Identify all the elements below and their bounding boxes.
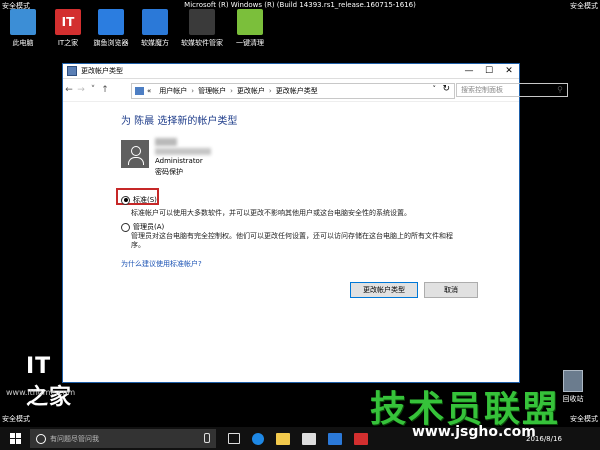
desktop-icon-label: IT之家	[57, 39, 79, 47]
why-standard-account-link[interactable]: 为什么建议使用标准帐户?	[121, 259, 202, 269]
search-icon: ⚲	[557, 85, 563, 94]
app-icon	[237, 9, 263, 35]
safe-mode-label-top-right: 安全模式	[570, 2, 598, 10]
standard-option-description: 标准帐户可以使用大多数软件，并可以更改不影响其他用户或这台电脑安全性的系统设置。	[131, 209, 411, 217]
desktop-icon-label: 旗鱼浏览器	[93, 39, 129, 47]
standard-option[interactable]: 标准(S)	[121, 195, 157, 205]
edge-browser-icon[interactable]	[252, 432, 264, 445]
minimize-button[interactable]: —	[459, 64, 479, 78]
maximize-button[interactable]: ☐	[479, 64, 499, 78]
breadcrumb-user-accounts[interactable]: 用户帐户	[159, 86, 187, 96]
app-icon	[189, 9, 215, 35]
refresh-icon[interactable]: ↻	[442, 84, 450, 94]
page-heading: 为 陈晨 选择新的帐户类型	[121, 116, 238, 127]
breadcrumb-overflow-icon[interactable]: «	[147, 87, 151, 95]
desktop-icon[interactable]: 软媒软件管家	[181, 9, 223, 48]
microphone-icon[interactable]	[204, 433, 210, 443]
ithome-watermark-logo: IT之家	[26, 354, 73, 410]
control-panel-small-icon	[135, 87, 144, 95]
safe-mode-label-bottom-right: 安全模式	[570, 415, 598, 423]
change-account-type-window: 更改帐户类型 — ☐ ✕ ← → ˅ ↑ « 用户帐户 › 管理帐户 › 更改帐…	[62, 63, 568, 383]
change-account-type-button[interactable]: 更改帐户类型	[350, 282, 418, 298]
blurred-account-email	[155, 148, 211, 155]
breadcrumb-change-account-type[interactable]: 更改帐户类型	[276, 86, 318, 96]
app-icon	[98, 9, 124, 35]
software-manager-icon[interactable]	[328, 432, 342, 445]
app-icon: IT	[55, 9, 81, 35]
desktop-icon[interactable]: 此电脑	[2, 9, 44, 48]
window-titlebar[interactable]: 更改帐户类型 — ☐ ✕	[63, 64, 519, 79]
window-title: 更改帐户类型	[81, 67, 123, 75]
cortana-search-box[interactable]: 有问题尽管问我	[30, 429, 216, 448]
cancel-button[interactable]: 取消	[424, 282, 478, 298]
administrator-radio[interactable]	[121, 222, 130, 232]
desktop-icon[interactable]: IT IT之家	[47, 9, 89, 48]
store-icon[interactable]	[302, 432, 316, 445]
desktop-icon-label: 一键清理	[236, 39, 264, 47]
jsgho-watermark-url: www.jsgho.com	[412, 424, 536, 440]
address-dropdown-icon[interactable]: ˅	[433, 85, 437, 93]
safe-mode-label-bottom-left: 安全模式	[2, 415, 30, 423]
app-icon	[142, 9, 168, 35]
search-placeholder: 搜索控制面板	[461, 86, 503, 94]
control-panel-icon	[67, 66, 77, 76]
administrator-option-description: 管理员对这台电脑有完全控制权。他们可以更改任何设置，还可以访问存储在这台电脑上的…	[131, 232, 453, 240]
cortana-icon	[36, 433, 46, 444]
standard-option-label: 标准(S)	[133, 196, 157, 204]
cortana-placeholder: 有问题尽管问我	[50, 434, 99, 443]
back-arrow-icon[interactable]: ←	[63, 85, 75, 95]
desktop-icon[interactable]: 软媒魔方	[134, 9, 176, 48]
forward-arrow-icon[interactable]: →	[75, 85, 87, 95]
recent-dropdown-icon[interactable]: ˅	[87, 85, 99, 95]
trash-icon	[563, 370, 583, 392]
control-panel-search-input[interactable]: 搜索控制面板 ⚲	[456, 83, 568, 97]
breadcrumb-change-account[interactable]: 更改帐户	[237, 86, 265, 96]
desktop-icon-label: 软媒魔方	[141, 39, 169, 47]
up-arrow-icon[interactable]: ↑	[99, 85, 111, 95]
address-box[interactable]: « 用户帐户 › 管理帐户 › 更改帐户 › 更改帐户类型 ˅ ↻	[131, 83, 455, 99]
account-role: Administrator	[155, 157, 203, 165]
address-bar-row: ← → ˅ ↑ « 用户帐户 › 管理帐户 › 更改帐户 › 更改帐户类型 ˅ …	[63, 79, 568, 102]
breadcrumb-manage-accounts[interactable]: 管理帐户	[198, 86, 226, 96]
windows-build-text: Microsoft (R) Windows (R) (Build 14393.r…	[184, 1, 416, 9]
user-avatar-icon	[121, 140, 149, 168]
desktop-icon-label: 此电脑	[12, 39, 34, 47]
administrator-option-description-cont: 序。	[131, 241, 145, 249]
close-button[interactable]: ✕	[499, 64, 519, 78]
blurred-account-name	[155, 138, 177, 146]
app-icon	[10, 9, 36, 35]
standard-radio[interactable]	[121, 195, 130, 205]
desktop-icon[interactable]: 旗鱼浏览器	[90, 9, 132, 48]
recycle-bin-label: 回收站	[562, 395, 584, 403]
taskbar-date: 2016/8/16	[526, 435, 562, 443]
account-password-status: 密码保护	[155, 168, 183, 176]
recycle-bin-icon[interactable]: 回收站	[556, 370, 590, 404]
desktop-icon[interactable]: 一键清理	[229, 9, 271, 48]
desktop-icon-label: 软媒软件管家	[181, 39, 223, 47]
task-view-icon[interactable]	[228, 433, 240, 444]
start-windows-icon[interactable]	[6, 430, 24, 448]
file-explorer-icon[interactable]	[276, 432, 290, 445]
ithome-taskbar-icon[interactable]	[354, 432, 368, 445]
ithome-url: www.ithome.com	[6, 388, 76, 397]
